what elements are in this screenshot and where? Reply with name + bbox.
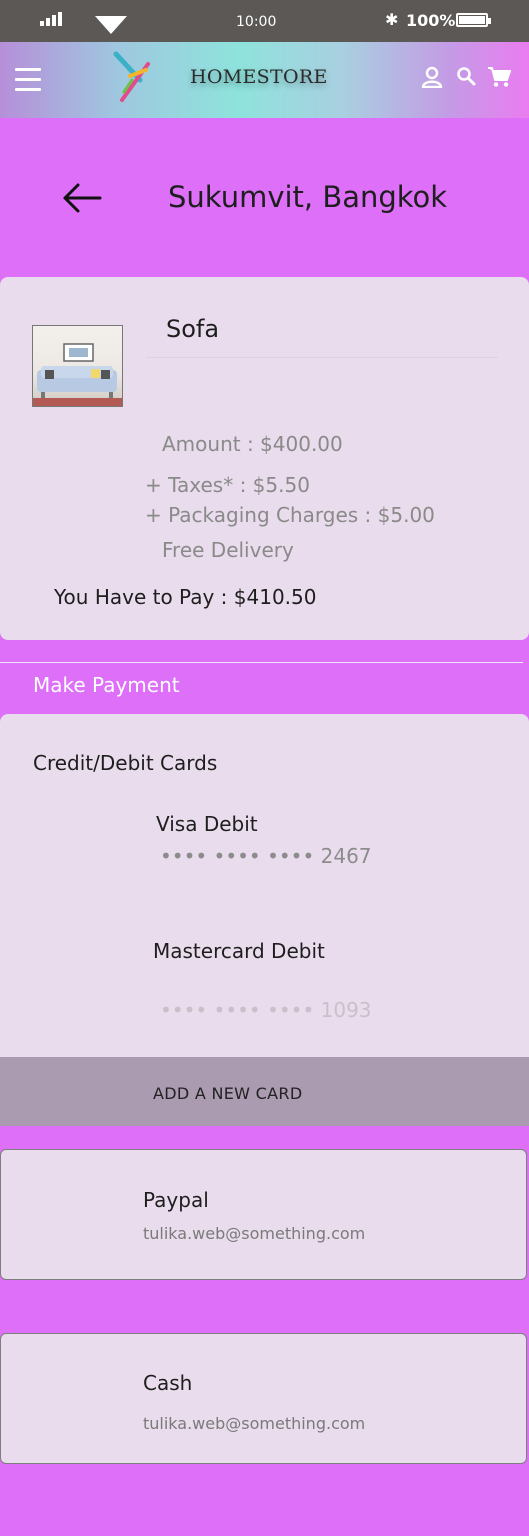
card-number: •••• •••• •••• 1093 [160, 998, 372, 1022]
product-thumbnail[interactable] [32, 325, 123, 407]
sofa-image [33, 343, 122, 406]
paypal-email: tulika.web@something.com [143, 1224, 366, 1243]
taxes-line: + Taxes* : $5.50 [145, 473, 310, 497]
cash-title: Cash [143, 1371, 193, 1395]
battery-icon [456, 13, 491, 27]
back-arrow-icon[interactable] [60, 180, 104, 216]
search-icon[interactable] [456, 66, 476, 86]
bluetooth-icon: ✱ [385, 10, 399, 29]
delivery-line: Free Delivery [162, 538, 294, 562]
cards-panel: Credit/Debit Cards Visa Debit •••• •••• … [0, 714, 529, 1126]
app-header: HOMESTORE [0, 42, 529, 118]
signal-icon [40, 12, 62, 26]
make-payment-title: Make Payment [33, 673, 180, 697]
order-summary-card: Sofa Amount : $400.00 + Taxes* : $5.50 +… [0, 277, 529, 640]
wifi-icon [95, 16, 127, 34]
total-to-pay: You Have to Pay : $410.50 [54, 585, 317, 609]
brand-name: HOMESTORE [190, 66, 328, 88]
status-bar: 10:00 ✱ 100% [0, 0, 529, 42]
product-name: Sofa [166, 315, 220, 343]
section-divider [0, 662, 523, 663]
location-title: Sukumvit, Bangkok [168, 180, 448, 214]
paypal-option[interactable]: Paypal tulika.web@something.com [0, 1149, 527, 1280]
cart-icon[interactable] [487, 66, 511, 88]
paypal-title: Paypal [143, 1188, 209, 1212]
cash-email: tulika.web@something.com [143, 1414, 366, 1433]
battery-percent: 100% [406, 11, 456, 30]
add-new-card-button[interactable]: ADD A NEW CARD [0, 1057, 529, 1126]
card-number: •••• •••• •••• 2467 [160, 844, 372, 868]
product-divider [146, 357, 498, 358]
hamburger-icon[interactable] [15, 68, 41, 92]
card-name: Visa Debit [156, 812, 258, 836]
brand-logo[interactable] [110, 50, 154, 104]
packaging-line: + Packaging Charges : $5.00 [145, 503, 435, 527]
cash-option[interactable]: Cash tulika.web@something.com [0, 1333, 527, 1464]
amount-line: Amount : $400.00 [162, 432, 343, 456]
add-new-card-label: ADD A NEW CARD [153, 1084, 303, 1103]
status-time: 10:00 [236, 14, 277, 30]
card-name: Mastercard Debit [153, 939, 325, 963]
cards-title: Credit/Debit Cards [33, 751, 218, 775]
user-icon[interactable] [421, 66, 443, 88]
